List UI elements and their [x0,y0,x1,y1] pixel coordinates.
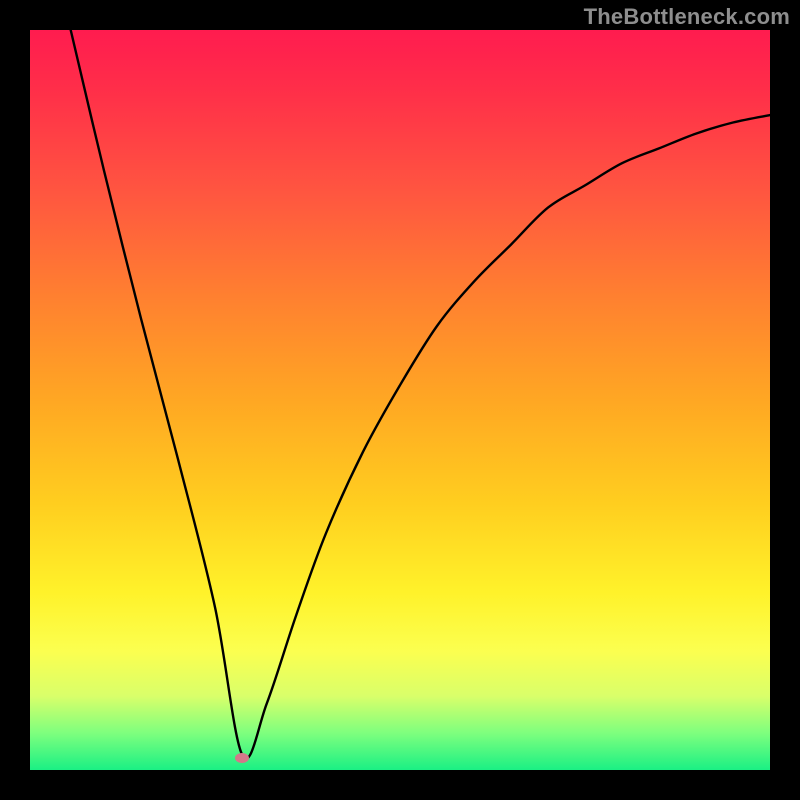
bottleneck-curve [30,30,770,770]
chart-frame: TheBottleneck.com [0,0,800,800]
curve-path [71,30,770,759]
watermark-text: TheBottleneck.com [584,4,790,30]
plot-area [30,30,770,770]
optimum-marker [235,753,249,763]
